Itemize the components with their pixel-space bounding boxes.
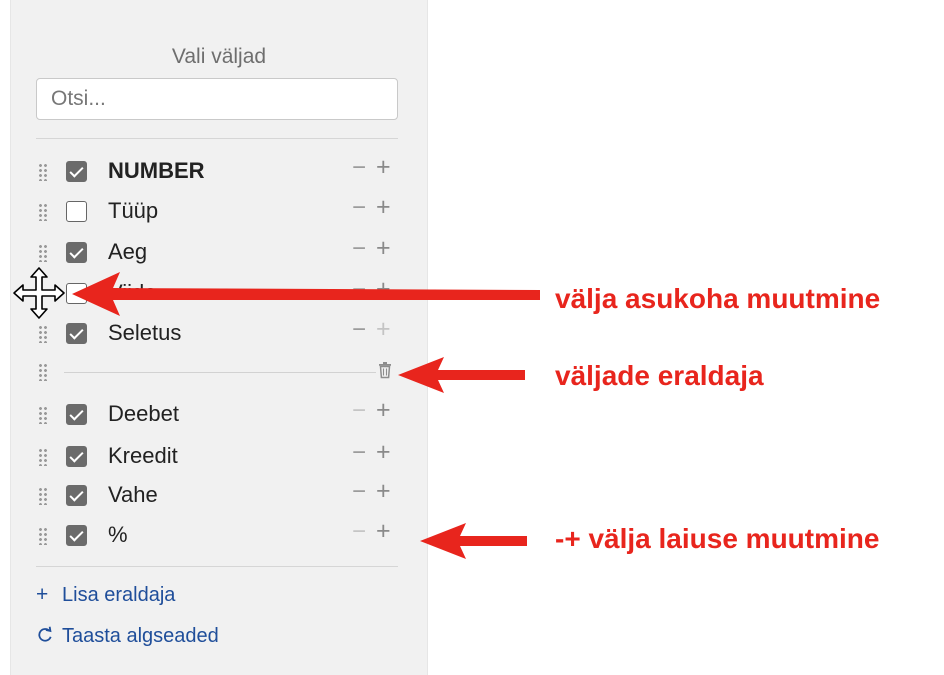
arrow-move-field (72, 272, 540, 316)
arrow-separator (398, 357, 525, 393)
annotation-separator: väljade eraldaja (555, 360, 764, 391)
arrow-width (420, 523, 527, 559)
annotation-move-field: välja asukoha muutmine (555, 283, 881, 314)
annotation-arrows (72, 272, 540, 559)
annotation-width: -+ välja laiuse muutmine (555, 523, 880, 554)
